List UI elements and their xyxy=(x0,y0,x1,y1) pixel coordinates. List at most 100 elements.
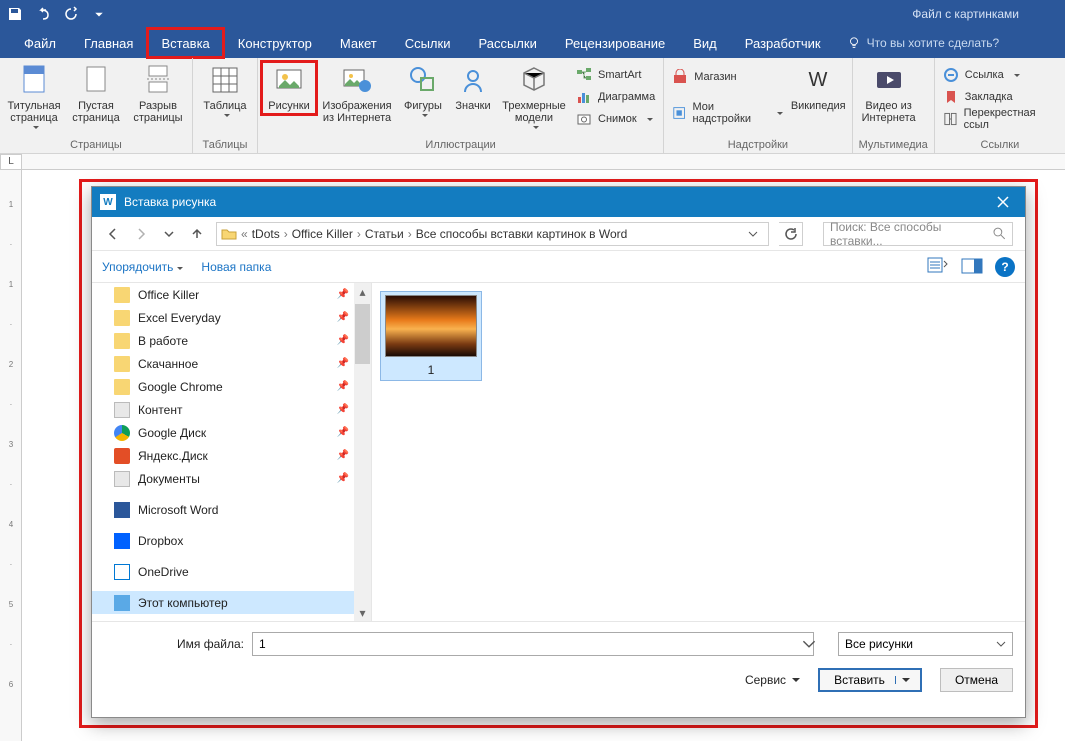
tree-item[interactable]: Этот компьютер xyxy=(92,591,371,614)
help-button[interactable]: ? xyxy=(995,257,1015,277)
insert-picture-dialog: W Вставка рисунка « tDots › Office Kille… xyxy=(91,186,1026,718)
pin-icon[interactable]: 📌 xyxy=(337,335,349,346)
table-icon xyxy=(209,64,241,96)
page-break-button[interactable]: Разрыв страницы xyxy=(128,62,188,126)
pin-icon[interactable]: 📌 xyxy=(337,404,349,415)
table-button[interactable]: Таблица xyxy=(197,62,253,120)
blank-page-button[interactable]: Пустая страница xyxy=(66,62,126,126)
chart-icon xyxy=(576,89,592,105)
icons-icon xyxy=(457,64,489,96)
crumb-1[interactable]: Office Killer xyxy=(292,227,353,241)
my-addins-button[interactable]: Мои надстройки xyxy=(668,102,787,124)
scroll-up-icon[interactable]: ▴ xyxy=(354,283,371,300)
up-button[interactable] xyxy=(188,225,206,243)
view-mode-button[interactable] xyxy=(927,257,949,277)
crumb-2[interactable]: Статьи xyxy=(365,227,404,241)
file-thumbnail[interactable]: 1 xyxy=(380,291,482,381)
screenshot-button[interactable]: Снимок xyxy=(572,108,659,130)
undo-icon[interactable] xyxy=(34,5,52,23)
online-pictures-button[interactable]: Изображения из Интернета xyxy=(318,62,396,126)
scroll-down-icon[interactable]: ▾ xyxy=(354,604,371,621)
icons-button[interactable]: Значки xyxy=(450,62,496,114)
tree-item[interactable]: Скачанное 📌 xyxy=(92,352,371,375)
insert-split-dropdown[interactable] xyxy=(895,676,916,684)
address-dropdown-button[interactable] xyxy=(742,229,764,239)
tools-menu[interactable]: Сервис xyxy=(745,673,800,687)
organize-button[interactable]: Упорядочить xyxy=(102,260,183,274)
forward-button[interactable] xyxy=(132,225,150,243)
smartart-button[interactable]: SmartArt xyxy=(572,64,659,86)
hyperlink-button[interactable]: Ссылка xyxy=(939,64,1061,86)
ruler-vertical[interactable]: 1· 1· 2· 3· 4· 5· 6 xyxy=(0,170,22,741)
tell-me-search[interactable]: Что вы хотите сделать? xyxy=(835,28,1012,58)
tree-item[interactable]: В работе📌 xyxy=(92,329,371,352)
crumb-0[interactable]: tDots xyxy=(252,227,280,241)
preview-pane-button[interactable] xyxy=(961,257,983,277)
file-pane[interactable]: 1 xyxy=(372,283,1025,621)
insert-button[interactable]: Вставить xyxy=(818,668,922,692)
scroll-thumb[interactable] xyxy=(355,304,370,364)
new-folder-button[interactable]: Новая папка xyxy=(201,260,271,274)
tab-layout[interactable]: Макет xyxy=(326,28,391,58)
tab-home[interactable]: Главная xyxy=(70,28,147,58)
tree-item[interactable]: Контент📌 xyxy=(92,398,371,421)
tab-insert[interactable]: Вставка xyxy=(147,28,223,58)
chart-button[interactable]: Диаграмма xyxy=(572,86,659,108)
tab-view[interactable]: Вид xyxy=(679,28,731,58)
pin-icon[interactable]: 📌 xyxy=(337,473,349,484)
pin-icon[interactable]: 📌 xyxy=(337,289,349,300)
pin-icon[interactable]: 📌 xyxy=(337,312,349,323)
tab-design[interactable]: Конструктор xyxy=(224,28,326,58)
redo-icon[interactable] xyxy=(62,5,80,23)
close-button[interactable] xyxy=(981,187,1025,217)
refresh-button[interactable] xyxy=(779,222,803,246)
tree-item[interactable]: Dropbox xyxy=(92,529,371,552)
tree-item[interactable]: Google Chrome📌 xyxy=(92,375,371,398)
word-app-icon: W xyxy=(100,194,116,210)
wikipedia-button[interactable]: W Википедия xyxy=(789,62,848,114)
pin-icon[interactable]: 📌 xyxy=(337,450,349,461)
tree-item[interactable]: OneDrive xyxy=(92,560,371,583)
ribbon-tabs: Файл Главная Вставка Конструктор Макет С… xyxy=(0,28,1065,58)
ruler-corner: L xyxy=(0,154,22,170)
tab-file[interactable]: Файл xyxy=(10,28,70,58)
tab-developer[interactable]: Разработчик xyxy=(731,28,835,58)
3d-models-button[interactable]: Трехмерные модели xyxy=(498,62,570,132)
search-box[interactable]: Поиск: Все способы вставки... xyxy=(823,222,1013,246)
tab-mailings[interactable]: Рассылки xyxy=(464,28,550,58)
tree-item[interactable]: Office Killer📌 xyxy=(92,283,371,306)
cross-reference-button[interactable]: Перекрестная ссыл xyxy=(939,108,1061,130)
pin-icon[interactable]: 📌 xyxy=(337,381,349,392)
qat-customize-icon[interactable] xyxy=(90,5,108,23)
tree-item[interactable]: Документы📌 xyxy=(92,467,371,490)
back-button[interactable] xyxy=(104,225,122,243)
cancel-button[interactable]: Отмена xyxy=(940,668,1013,692)
filename-input[interactable] xyxy=(252,632,814,656)
tree-item-label: Скачанное xyxy=(138,357,198,371)
address-breadcrumb[interactable]: « tDots › Office Killer › Статьи › Все с… xyxy=(216,222,769,246)
pin-icon[interactable]: 📌 xyxy=(337,358,349,369)
pin-icon[interactable]: 📌 xyxy=(337,427,349,438)
cover-page-button[interactable]: Титульная страница xyxy=(4,62,64,132)
wrd-icon xyxy=(114,502,130,518)
file-type-select[interactable]: Все рисунки xyxy=(838,632,1013,656)
group-addins-label: Надстройки xyxy=(664,137,851,153)
toolbar-row: Упорядочить Новая папка ? xyxy=(92,251,1025,283)
tab-references[interactable]: Ссылки xyxy=(391,28,465,58)
tree-item[interactable]: Microsoft Word xyxy=(92,498,371,521)
recent-locations-button[interactable] xyxy=(160,225,178,243)
bookmark-button[interactable]: Закладка xyxy=(939,86,1061,108)
tree-item[interactable]: Яндекс.Диск📌 xyxy=(92,444,371,467)
tab-review[interactable]: Рецензирование xyxy=(551,28,679,58)
save-icon[interactable] xyxy=(6,5,24,23)
tree-scrollbar[interactable]: ▴ ▾ xyxy=(354,283,371,621)
filename-dropdown-icon[interactable] xyxy=(802,637,816,651)
ruler-horizontal[interactable] xyxy=(22,154,1065,170)
online-video-button[interactable]: Видео из Интернета xyxy=(857,62,921,126)
pictures-button[interactable]: Рисунки xyxy=(262,62,316,114)
tree-item[interactable]: Google Диск📌 xyxy=(92,421,371,444)
crumb-3[interactable]: Все способы вставки картинок в Word xyxy=(416,227,628,241)
store-button[interactable]: Магазин xyxy=(668,66,787,88)
tree-item[interactable]: Excel Everyday📌 xyxy=(92,306,371,329)
shapes-button[interactable]: Фигуры xyxy=(398,62,448,120)
